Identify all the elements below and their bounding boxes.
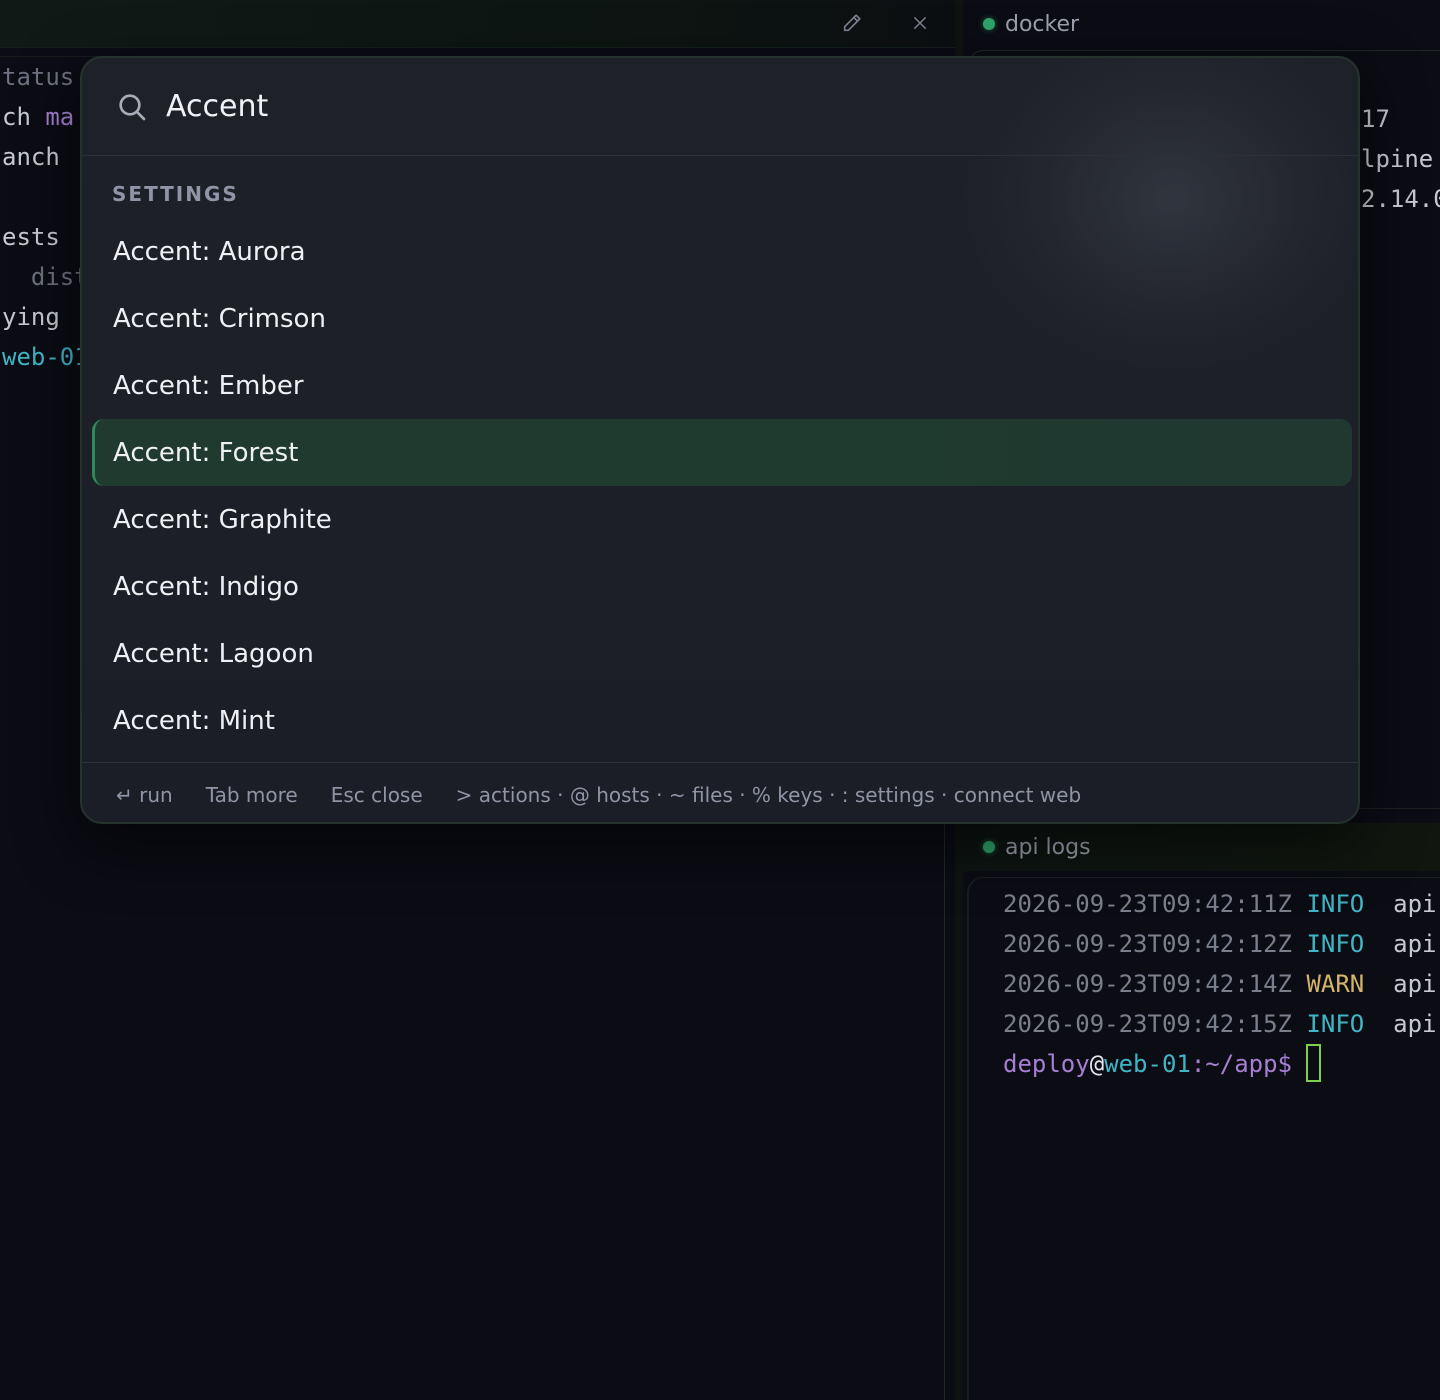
terminal-line: ying xyxy=(2,303,75,331)
palette-item-aurora[interactable]: Accent: Aurora xyxy=(92,218,1352,285)
terminal-line: anch : xyxy=(2,143,89,171)
palette-search-input[interactable] xyxy=(166,89,1266,124)
docker-pane-title[interactable]: docker xyxy=(963,0,1440,48)
terminal-line: tatus xyxy=(2,63,75,91)
footer-hint-esc: Esc close xyxy=(330,782,423,807)
left-pane-header xyxy=(0,0,955,48)
palette-item-indigo[interactable]: Accent: Indigo xyxy=(92,553,1352,620)
search-icon xyxy=(119,93,146,120)
status-dot-icon xyxy=(983,841,995,853)
api-logs-pane: api logs 2026-09-23T09:42:11Z INFO api 2… xyxy=(963,808,1440,1400)
edit-button[interactable] xyxy=(836,8,868,38)
terminal-line: web-01 xyxy=(2,343,89,371)
palette-footer: ↵ run Tab more Esc close > actions · @ h… xyxy=(82,762,1358,822)
log-line: 2026-09-23T09:42:15Z INFO api xyxy=(1003,1010,1437,1038)
status-dot-icon xyxy=(983,18,995,30)
api-logs-pane-title[interactable]: api logs xyxy=(963,823,1440,871)
palette-item-crimson[interactable]: Accent: Crimson xyxy=(92,285,1352,352)
api-logs-terminal-body[interactable]: 2026-09-23T09:42:11Z INFO api 2026-09-23… xyxy=(967,877,1440,1400)
pencil-icon xyxy=(843,14,861,32)
palette-results-list: Accent: Aurora Accent: Crimson Accent: E… xyxy=(92,218,1352,754)
terminal-line: 17 xyxy=(1361,105,1390,133)
pane-title-label: api logs xyxy=(1005,834,1091,860)
palette-item-graphite[interactable]: Accent: Graphite xyxy=(92,486,1352,553)
palette-item-ember[interactable]: Accent: Ember xyxy=(92,352,1352,419)
section-heading: SETTINGS xyxy=(112,182,239,206)
footer-hint-run: ↵ run xyxy=(116,782,173,807)
palette-item-mint[interactable]: Accent: Mint xyxy=(92,687,1352,754)
log-line: 2026-09-23T09:42:14Z WARN api xyxy=(1003,970,1437,998)
terminal-line: 2.14.0 xyxy=(1361,185,1440,213)
footer-hint-tab: Tab more xyxy=(205,782,298,807)
close-icon xyxy=(914,17,926,29)
pane-title-label: docker xyxy=(1005,11,1080,37)
terminal-line: ests xyxy=(2,223,75,251)
close-pane-button[interactable] xyxy=(904,8,936,38)
terminal-line: lpine xyxy=(1361,145,1434,173)
palette-search-row xyxy=(82,58,1358,156)
terminal-line: ch ma xyxy=(2,103,75,131)
footer-hint-prefixes: > actions · @ hosts · ~ files · % keys ·… xyxy=(455,782,1082,807)
palette-item-forest[interactable]: Accent: Forest xyxy=(92,419,1352,486)
shell-prompt: deploy@web-01:~/app$ xyxy=(1003,1044,1322,1084)
log-line: 2026-09-23T09:42:11Z INFO api xyxy=(1003,890,1437,918)
log-line: 2026-09-23T09:42:12Z INFO api xyxy=(1003,930,1437,958)
palette-item-lagoon[interactable]: Accent: Lagoon xyxy=(92,620,1352,687)
command-palette: SETTINGS Accent: Aurora Accent: Crimson … xyxy=(80,56,1360,824)
terminal-cursor xyxy=(1306,1044,1322,1082)
